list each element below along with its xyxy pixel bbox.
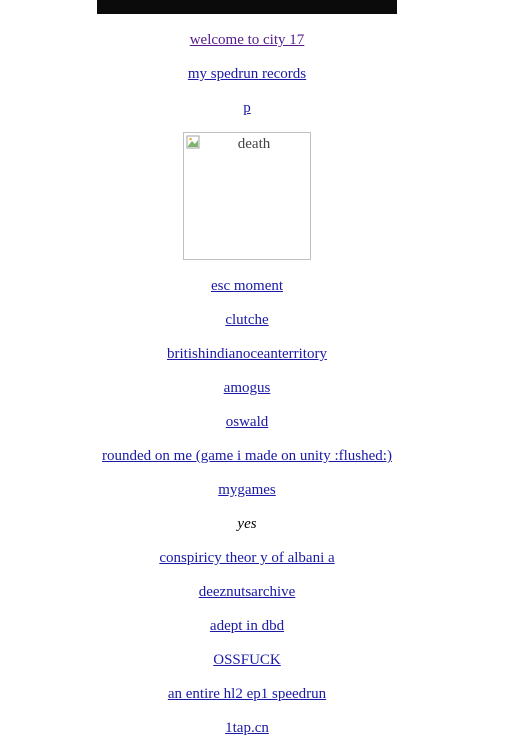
link-clutche[interactable]: clutche <box>225 312 268 328</box>
top-banner-image <box>97 0 397 14</box>
broken-image: death <box>183 132 311 260</box>
link-row: OSSFUCK <box>0 651 494 669</box>
image-alt-text: death <box>237 136 271 152</box>
link-adept-in-dbd[interactable]: adept in dbd <box>210 618 284 634</box>
link-row: an entire hl2 ep1 speedrun <box>0 685 494 703</box>
link-mygames[interactable]: mygames <box>218 482 276 498</box>
link-britishindianoceanterritory[interactable]: britishindianoceanterritory <box>167 346 327 362</box>
link-amogus[interactable]: amogus <box>224 380 271 396</box>
link-row: oswald <box>0 413 494 431</box>
link-1tap-cn[interactable]: 1tap.cn <box>225 720 269 736</box>
link-row: adept in dbd <box>0 617 494 635</box>
link-row: rounded on me (game i made on unity :flu… <box>0 447 494 465</box>
link-welcome-to-city-17[interactable]: welcome to city 17 <box>190 32 305 48</box>
link-row: my spedrun records <box>0 65 494 83</box>
link-row: mygames <box>0 481 494 499</box>
link-row: esc moment <box>0 277 494 295</box>
emphasis-text: yes <box>237 516 257 532</box>
link-deeznutsarchive[interactable]: deeznutsarchive <box>199 584 296 600</box>
link-p[interactable]: p <box>243 100 251 116</box>
link-row: p <box>0 99 494 117</box>
link-row: conspiricy theor y of albani a <box>0 549 494 567</box>
link-row: welcome to city 17 <box>0 31 494 49</box>
link-row: amogus <box>0 379 494 397</box>
link-ossfuck[interactable]: OSSFUCK <box>213 652 281 668</box>
link-row: 1tap.cn <box>0 719 494 737</box>
link-rounded-on-me[interactable]: rounded on me (game i made on unity :flu… <box>102 448 392 464</box>
link-row: deeznutsarchive <box>0 583 494 601</box>
link-oswald[interactable]: oswald <box>226 414 269 430</box>
link-esc-moment[interactable]: esc moment <box>211 278 283 294</box>
link-row: clutche <box>0 311 494 329</box>
link-conspiricy-theory[interactable]: conspiricy theor y of albani a <box>159 550 334 566</box>
emphasis-row: yes <box>0 515 494 533</box>
link-speedrun-records[interactable]: my spedrun records <box>188 66 306 82</box>
link-row: britishindianoceanterritory <box>0 345 494 363</box>
link-hl2-ep1-speedrun[interactable]: an entire hl2 ep1 speedrun <box>168 686 326 702</box>
